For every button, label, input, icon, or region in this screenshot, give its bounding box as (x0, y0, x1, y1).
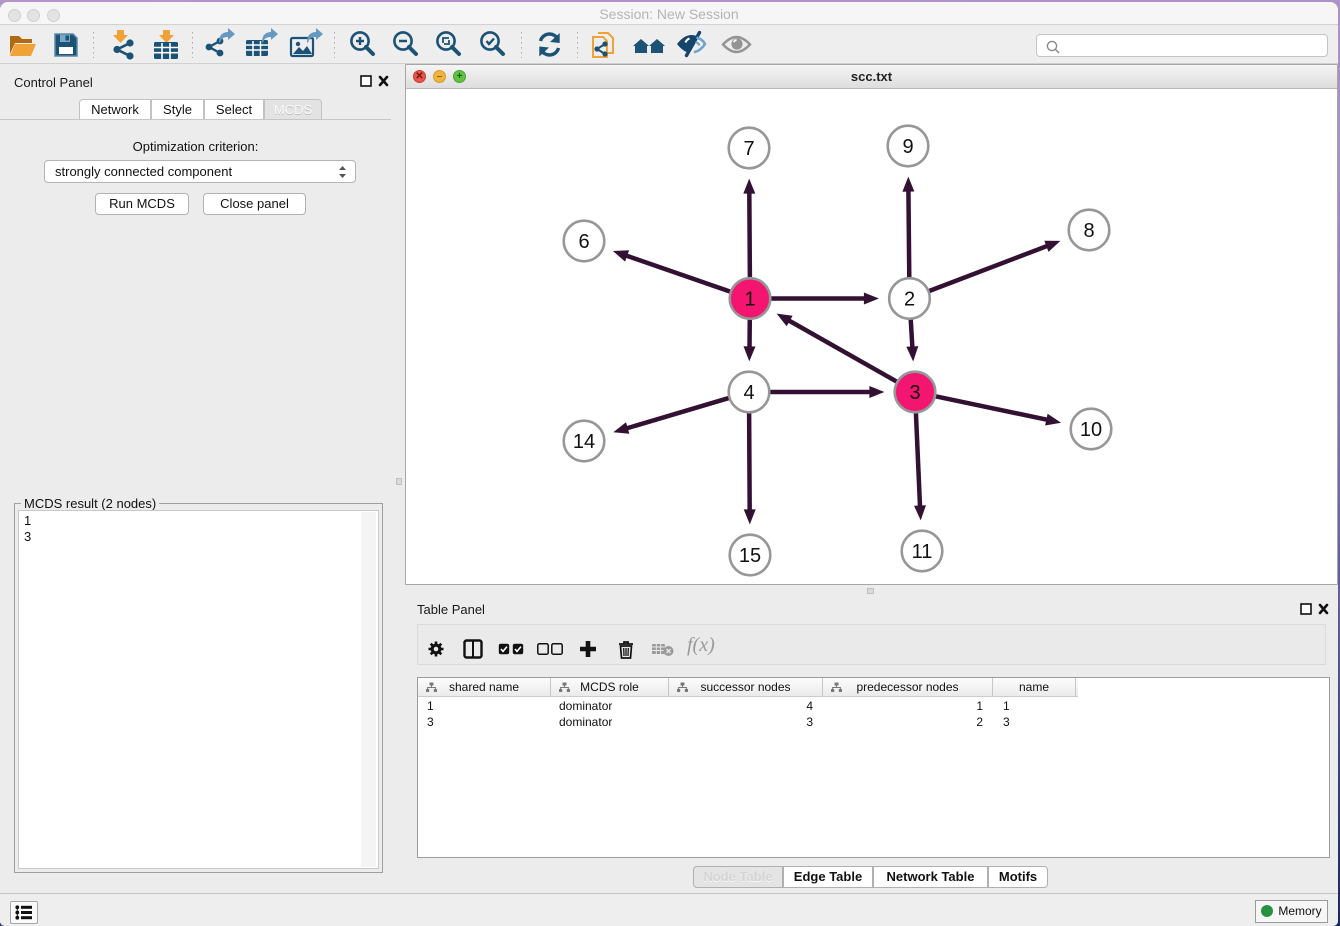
svg-text:6: 6 (578, 231, 589, 253)
svg-text:11: 11 (912, 541, 933, 563)
svg-text:2: 2 (904, 289, 915, 311)
svg-text:15: 15 (739, 545, 761, 567)
svg-text:3: 3 (909, 382, 920, 404)
svg-text:10: 10 (1080, 419, 1102, 441)
svg-text:4: 4 (743, 382, 754, 404)
svg-text:14: 14 (573, 431, 595, 453)
svg-text:8: 8 (1083, 220, 1094, 242)
svg-text:7: 7 (743, 138, 754, 160)
svg-text:1: 1 (744, 289, 755, 311)
svg-text:9: 9 (902, 136, 913, 158)
